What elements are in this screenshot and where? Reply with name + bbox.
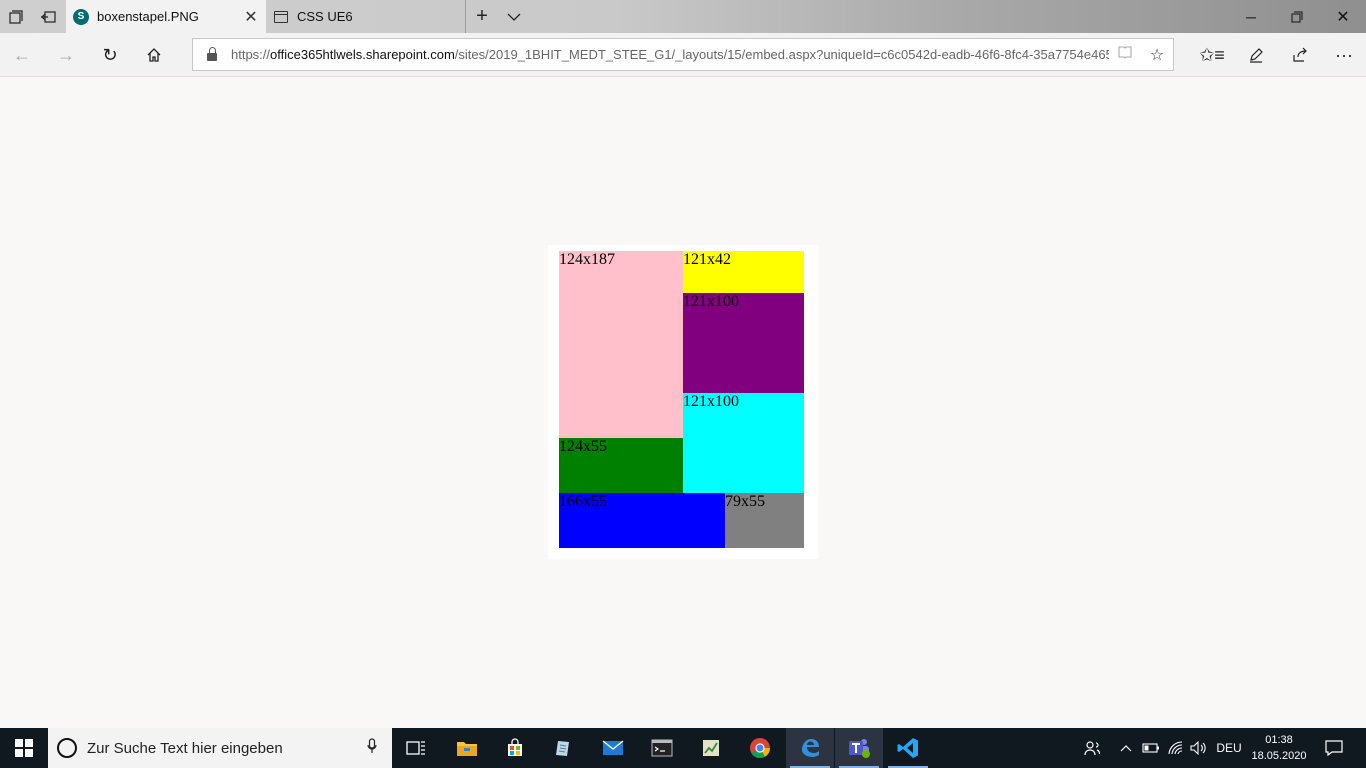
box-gray: 79x55 bbox=[725, 493, 804, 548]
clock-date: 18.05.2020 bbox=[1251, 750, 1307, 762]
favorites-hub-button[interactable]: ✩≡ bbox=[1190, 33, 1234, 77]
tab-boxenstapel[interactable]: S boxenstapel.PNG ✕ bbox=[66, 0, 266, 33]
windows-logo-icon bbox=[15, 739, 33, 757]
microphone-icon[interactable] bbox=[352, 738, 392, 758]
volume-icon[interactable] bbox=[1188, 728, 1210, 768]
refresh-icon: ↻ bbox=[102, 44, 118, 65]
url-scheme: https:// bbox=[231, 47, 271, 62]
chevron-down-icon bbox=[507, 13, 521, 21]
set-tabs-aside-button[interactable] bbox=[32, 0, 64, 33]
minimize-button[interactable]: ─ bbox=[1228, 0, 1274, 33]
forward-button[interactable]: → bbox=[44, 33, 88, 77]
set-aside-icon bbox=[41, 10, 56, 23]
box-pink: 124x187 bbox=[559, 251, 683, 438]
share-icon bbox=[1293, 47, 1307, 62]
mail-icon bbox=[602, 740, 624, 755]
close-icon: ✕ bbox=[1336, 8, 1350, 26]
store-bag-icon bbox=[508, 738, 522, 756]
back-button[interactable]: ← bbox=[0, 33, 44, 77]
url-path: /sites/2019_1BHIT_MEDT_STEE_G1/_layouts/… bbox=[454, 47, 1109, 62]
search-placeholder: Zur Suche Text hier eingeben bbox=[87, 739, 283, 757]
pen-icon bbox=[1250, 48, 1263, 63]
tab-actions-icon bbox=[9, 9, 23, 24]
mail-button[interactable] bbox=[589, 728, 637, 768]
chevron-up-icon[interactable] bbox=[1116, 728, 1136, 768]
box-cyan: 121x100 bbox=[683, 393, 804, 493]
box-purple: 121x100 bbox=[683, 293, 804, 393]
home-button[interactable] bbox=[132, 33, 176, 77]
edge-icon bbox=[802, 739, 819, 757]
folder-icon bbox=[457, 742, 477, 756]
start-button[interactable] bbox=[0, 728, 48, 768]
favorites-list-icon: ✩≡ bbox=[1199, 44, 1225, 65]
store-button[interactable] bbox=[491, 728, 539, 768]
chrome-icon bbox=[750, 738, 771, 759]
task-view-button[interactable] bbox=[392, 728, 440, 768]
restore-button[interactable] bbox=[1274, 0, 1320, 33]
chrome-button[interactable] bbox=[736, 728, 784, 768]
taskbar: Zur Suche Text hier eingeben DEU 01:38 1… bbox=[0, 728, 1366, 768]
settings-more-button[interactable]: ··· bbox=[1322, 33, 1366, 77]
file-explorer-button[interactable] bbox=[443, 728, 491, 768]
reading-view-icon[interactable] bbox=[1109, 45, 1141, 64]
minimize-icon: ─ bbox=[1246, 8, 1256, 25]
navigation-bar: ← → ↻ https://office365htlwels.sharepoin… bbox=[0, 33, 1366, 77]
vscode-icon bbox=[897, 738, 918, 758]
task-view-icon bbox=[406, 741, 425, 755]
favorite-star-icon[interactable]: ☆ bbox=[1141, 45, 1173, 65]
tab-title: boxenstapel.PNG bbox=[97, 9, 199, 24]
vscode-button[interactable] bbox=[884, 728, 932, 768]
battery-icon[interactable] bbox=[1140, 728, 1162, 768]
terminal-icon bbox=[651, 739, 673, 757]
task-manager-icon bbox=[703, 740, 719, 756]
task-manager-button[interactable] bbox=[687, 728, 735, 768]
cortana-icon bbox=[57, 738, 77, 758]
url-host: office365htlwels.sharepoint.com bbox=[270, 47, 455, 62]
wifi-icon[interactable] bbox=[1164, 728, 1186, 768]
arrow-left-icon: ← bbox=[13, 44, 31, 65]
terminal-button[interactable] bbox=[638, 728, 686, 768]
tab-actions-button[interactable] bbox=[0, 0, 32, 33]
box-green: 124x55 bbox=[559, 438, 683, 493]
refresh-button[interactable]: ↻ bbox=[88, 33, 132, 77]
address-bar[interactable]: https://office365htlwels.sharepoint.com/… bbox=[192, 38, 1174, 71]
tab-preview-button[interactable] bbox=[498, 0, 530, 33]
add-notes-button[interactable] bbox=[1234, 33, 1278, 77]
teams-icon bbox=[849, 739, 870, 758]
notepad-icon bbox=[556, 741, 569, 756]
system-clock[interactable]: 01:38 18.05.2020 bbox=[1248, 732, 1310, 764]
more-dots-icon: ··· bbox=[1335, 44, 1353, 65]
page-icon bbox=[273, 9, 289, 25]
lock-icon[interactable] bbox=[193, 47, 231, 61]
box-yellow: 121x42 bbox=[683, 251, 804, 293]
notification-icon bbox=[1325, 740, 1343, 756]
clock-time: 01:38 bbox=[1265, 734, 1293, 746]
tab-title: CSS UE6 bbox=[297, 9, 353, 24]
tab-css-ue6[interactable]: CSS UE6 bbox=[266, 0, 466, 33]
url-text[interactable]: https://office365htlwels.sharepoint.com/… bbox=[231, 47, 1109, 62]
close-tab-icon[interactable]: ✕ bbox=[236, 7, 266, 27]
box-blue: 166x55 bbox=[559, 493, 725, 548]
notes-app-button[interactable] bbox=[540, 728, 588, 768]
action-center-button[interactable] bbox=[1314, 728, 1354, 768]
boxenstapel-image: 124x187 121x42 121x100 121x100 124x55 16… bbox=[548, 245, 818, 559]
teams-button[interactable] bbox=[835, 728, 883, 768]
page-content: 124x187 121x42 121x100 121x100 124x55 16… bbox=[0, 77, 1366, 728]
edge-button[interactable] bbox=[786, 728, 834, 768]
plus-icon: + bbox=[476, 5, 488, 27]
people-icon[interactable] bbox=[1078, 728, 1106, 768]
taskbar-search[interactable]: Zur Suche Text hier eingeben bbox=[48, 728, 392, 768]
restore-icon bbox=[1291, 11, 1303, 22]
sharepoint-icon: S bbox=[73, 8, 89, 25]
new-tab-button[interactable]: + bbox=[466, 0, 498, 33]
arrow-right-icon: → bbox=[57, 44, 75, 65]
share-button[interactable] bbox=[1278, 33, 1322, 77]
home-icon bbox=[147, 48, 161, 62]
tab-strip: S boxenstapel.PNG ✕ CSS UE6 + ─ ✕ bbox=[0, 0, 1366, 33]
input-language[interactable]: DEU bbox=[1212, 728, 1246, 768]
close-window-button[interactable]: ✕ bbox=[1320, 0, 1366, 33]
